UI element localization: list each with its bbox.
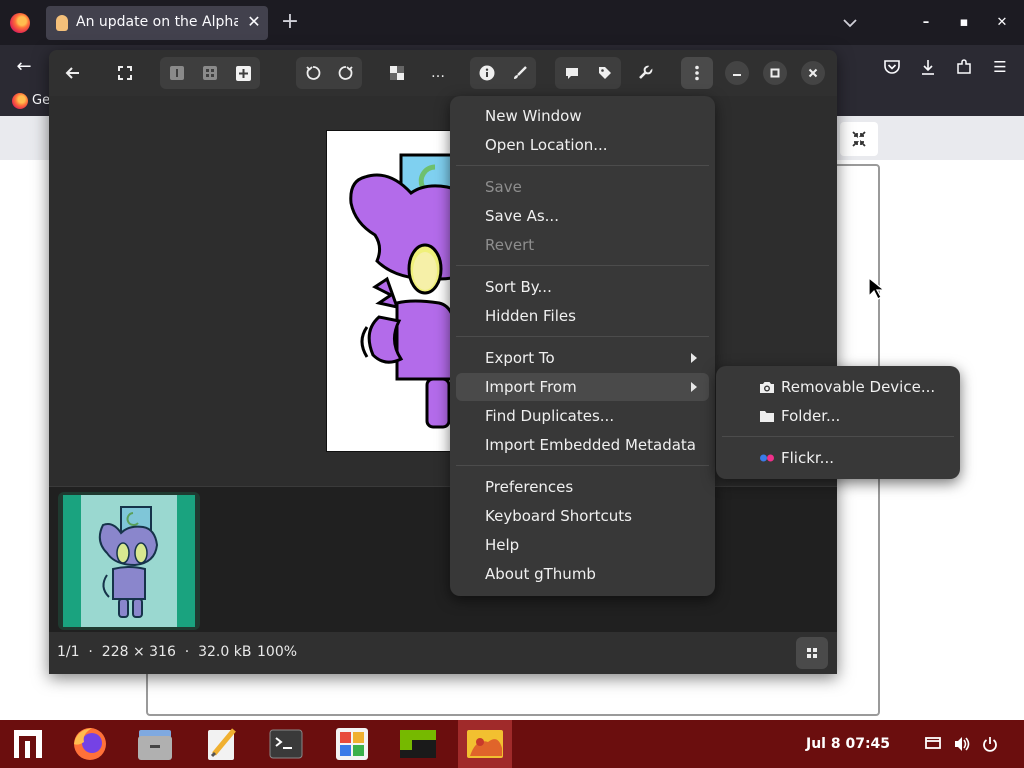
- gthumb-headerbar: …: [49, 50, 837, 96]
- downloads-icon[interactable]: [916, 55, 940, 79]
- nvidia-settings-icon[interactable]: [394, 724, 442, 764]
- maximize-icon[interactable]: [763, 61, 787, 85]
- power-icon[interactable]: [979, 733, 1001, 755]
- export-to-label: Export To: [485, 349, 555, 367]
- thumbnail-image: [63, 495, 195, 627]
- menu-item-save: Save: [485, 178, 522, 196]
- gthumb-taskbar-icon[interactable]: [458, 720, 512, 768]
- menu-item-revert: Revert: [485, 236, 535, 254]
- rotate-right-icon[interactable]: [329, 57, 362, 89]
- removable-device-label: Removable Device...: [781, 378, 936, 396]
- wrench-tools-icon[interactable]: [629, 57, 661, 89]
- menu-item-keyboard-shortcuts[interactable]: Keyboard Shortcuts: [456, 502, 709, 530]
- flickr-icon: [760, 454, 774, 462]
- clock[interactable]: Jul 8 07:45: [806, 736, 890, 752]
- menu-separator: [456, 336, 709, 337]
- browser-maximize-icon[interactable]: ▪: [952, 11, 976, 35]
- browser-tab-bar: An update on the Alpha ✕ + – ▪ ✕: [0, 0, 1024, 45]
- desktop-screen: An update on the Alpha ✕ + – ▪ ✕ ← ☰ Ge: [0, 0, 1024, 768]
- firefox-menu-icon[interactable]: [10, 13, 30, 33]
- mouse-cursor: [868, 276, 888, 301]
- menu-item-flickr[interactable]: Flickr...: [722, 444, 954, 472]
- software-store-icon[interactable]: [328, 724, 376, 764]
- import-from-submenu: Removable Device... Folder... Flickr...: [716, 366, 960, 479]
- menu-separator: [456, 265, 709, 266]
- menu-item-find-duplicates[interactable]: Find Duplicates...: [456, 402, 709, 430]
- list-all-tabs-icon[interactable]: [838, 11, 862, 35]
- camera-icon: [760, 382, 774, 393]
- tab-close-button[interactable]: ✕: [244, 11, 264, 33]
- info-icon[interactable]: [470, 57, 503, 89]
- file-manager-icon[interactable]: [131, 724, 179, 764]
- tab-favicon-icon: [56, 15, 68, 31]
- menu-item-save-as[interactable]: Save As...: [456, 202, 709, 230]
- gthumb-window: … 1/1 · 228 × 316 · 32.0 kB 100%: [49, 50, 837, 674]
- collapse-icon: [852, 131, 866, 147]
- bookmark-item[interactable]: Ge: [32, 93, 50, 108]
- taskbar: Jul 8 07:45: [0, 720, 1024, 768]
- view-compare-icon[interactable]: [193, 57, 226, 89]
- pocket-icon[interactable]: [880, 55, 904, 79]
- main-menu: New Window Open Location... Save Save As…: [450, 96, 715, 596]
- display-icon[interactable]: [922, 733, 944, 755]
- submenu-arrow-icon: [691, 382, 697, 392]
- thumbnail-strip: [49, 486, 837, 632]
- menu-separator: [456, 165, 709, 166]
- comment-icon[interactable]: [555, 57, 588, 89]
- menu-item-removable-device[interactable]: Removable Device...: [722, 373, 954, 401]
- transparency-icon[interactable]: [381, 57, 413, 89]
- fullscreen-icon[interactable]: [109, 57, 141, 89]
- menu-item-import-from[interactable]: Import From: [456, 373, 709, 401]
- back-arrow-icon[interactable]: ←: [12, 55, 36, 79]
- extensions-icon[interactable]: [952, 55, 976, 79]
- import-from-label: Import From: [485, 378, 577, 396]
- submenu-arrow-icon: [691, 353, 697, 363]
- menu-item-hidden-files[interactable]: Hidden Files: [456, 302, 709, 330]
- minimize-icon[interactable]: [725, 61, 749, 85]
- menu-item-new-window[interactable]: New Window: [456, 102, 709, 130]
- menu-separator: [456, 465, 709, 466]
- volume-icon[interactable]: [951, 733, 973, 755]
- app-menu-icon[interactable]: [6, 724, 50, 764]
- zoom-level: 100%: [257, 644, 298, 660]
- new-tab-button[interactable]: +: [278, 9, 302, 35]
- hamburger-menu-icon[interactable]: ☰: [988, 55, 1012, 79]
- browser-tab[interactable]: An update on the Alpha ✕: [46, 6, 268, 40]
- menu-item-import-metadata[interactable]: Import Embedded Metadata: [456, 431, 709, 459]
- menu-item-help[interactable]: Help: [456, 531, 709, 559]
- menu-item-sort-by[interactable]: Sort By...: [456, 273, 709, 301]
- menu-item-folder[interactable]: Folder...: [722, 402, 954, 430]
- close-icon[interactable]: [801, 61, 825, 85]
- tab-title: An update on the Alpha: [76, 14, 238, 30]
- main-menu-kebab-icon[interactable]: [681, 57, 713, 89]
- menu-item-preferences[interactable]: Preferences: [456, 473, 709, 501]
- thumbnail-item[interactable]: [58, 492, 200, 630]
- tag-icon[interactable]: [588, 57, 621, 89]
- more-tools-button[interactable]: …: [422, 57, 454, 89]
- flickr-label: Flickr...: [781, 449, 834, 467]
- thumbnails-toggle-button[interactable]: [796, 637, 828, 669]
- view-single-icon[interactable]: [160, 57, 193, 89]
- menu-item-open-location[interactable]: Open Location...: [456, 131, 709, 159]
- menu-item-export-to[interactable]: Export To: [456, 344, 709, 372]
- firefox-icon[interactable]: [66, 724, 114, 764]
- folder-icon: [760, 411, 774, 422]
- menu-separator: [722, 436, 954, 437]
- status-bar: 1/1 · 228 × 316 · 32.0 kB 100%: [49, 632, 837, 674]
- browser-minimize-icon[interactable]: –: [914, 11, 938, 35]
- image-info-text: 1/1 · 228 × 316 · 32.0 kB: [57, 644, 252, 660]
- folder-label: Folder...: [781, 407, 841, 425]
- rotate-left-icon[interactable]: [296, 57, 329, 89]
- collapse-fullscreen-button[interactable]: [840, 122, 878, 156]
- grid-icon: [807, 648, 817, 658]
- browser-close-icon[interactable]: ✕: [990, 11, 1014, 35]
- add-view-icon[interactable]: [226, 57, 260, 89]
- edit-brush-icon[interactable]: [503, 57, 536, 89]
- bookmark-favicon-icon: [12, 93, 28, 109]
- text-editor-icon[interactable]: [198, 724, 246, 764]
- terminal-icon[interactable]: [262, 724, 310, 764]
- menu-item-about[interactable]: About gThumb: [456, 560, 709, 588]
- back-arrow-icon[interactable]: [57, 57, 89, 89]
